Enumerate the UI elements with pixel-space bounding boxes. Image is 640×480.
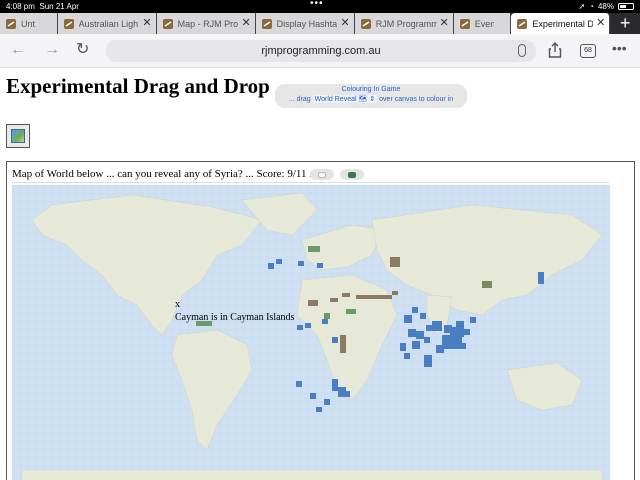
status-time: 4:08 pm Sun 21 Apr [6, 2, 79, 11]
close-tab-icon[interactable]: ✕ [440, 17, 449, 29]
tab-label: Unt [21, 18, 36, 29]
blank-swatch-button[interactable] [310, 169, 334, 180]
tab-item[interactable]: Display Hashta ✕ [255, 13, 355, 34]
reload-icon[interactable]: ↻ [76, 42, 89, 58]
close-message-x[interactable]: x [175, 298, 294, 311]
tab-count-button[interactable]: 68 [580, 44, 596, 58]
close-tab-icon[interactable]: ✕ [596, 17, 605, 29]
map-title: Map of World below ... can you reveal an… [12, 168, 318, 180]
draggable-map-thumbnail[interactable] [6, 124, 30, 148]
tab-item[interactable]: Event C [453, 13, 512, 34]
address-bar[interactable]: rjmprogramming.com.au [106, 40, 536, 62]
battery-icon [618, 3, 634, 10]
world-map-icon [11, 129, 25, 143]
tab-item[interactable]: Australian Ligh ✕ [57, 13, 157, 34]
rjm-favicon-icon [261, 18, 272, 29]
new-tab-plus-icon[interactable]: + [610, 13, 640, 34]
tab-item[interactable]: RJM Programm ✕ [354, 13, 454, 34]
status-bar: 4:08 pm Sun 21 Apr ••• ➚ ◔ 48% [0, 0, 640, 13]
location-icon: ➚ [578, 2, 586, 11]
green-swatch-icon [348, 171, 356, 178]
tab-label: Display Hashta [276, 18, 338, 29]
page-title: Experimental Drag and Drop [6, 74, 270, 98]
tab-bar: Unt Australian Ligh ✕ Map - RJM Pro ✕ Di… [0, 13, 640, 34]
rjm-favicon-icon [6, 18, 16, 29]
more-icon[interactable]: ••• [612, 40, 627, 56]
wifi-icon: ◔ [589, 2, 594, 11]
battery-percent: 48% [597, 2, 614, 11]
reveal-message: x Cayman is in Cayman Islands [175, 298, 294, 324]
close-tab-icon[interactable]: ✕ [142, 17, 151, 29]
select-chevron-icon: ⇕ [369, 96, 376, 103]
game-select[interactable]: World Reveal 🗺 ⇕ [312, 95, 378, 103]
rjm-favicon-icon [63, 18, 74, 29]
reveal-message-text: Cayman is in Cayman Islands [175, 312, 295, 323]
tab-label: Experimental D [532, 18, 594, 29]
antarctica-shape [21, 469, 603, 480]
status-right: ➚ ◔ 48% [578, 2, 634, 11]
tab-count-label: 68 [584, 47, 592, 54]
tab-label: Australian Ligh [78, 18, 139, 29]
close-tab-icon[interactable]: ✕ [241, 17, 250, 29]
tab-item-active[interactable]: Experimental D ✕ [511, 13, 611, 34]
multitask-dots-icon[interactable]: ••• [310, 0, 324, 9]
microphone-icon[interactable] [518, 44, 526, 57]
rjm-favicon-icon [360, 18, 371, 29]
tab-item[interactable]: Map - RJM Pro ✕ [156, 13, 256, 34]
world-map-canvas[interactable] [12, 185, 610, 480]
tab-label: Map - RJM Pro [177, 18, 239, 29]
browser-toolbar: ← → ↻ rjmprogramming.com.au 68 ••• [0, 34, 640, 68]
game-row: ... drag World Reveal 🗺 ⇕ over canvas to… [275, 95, 467, 103]
tab-label: RJM Programm [375, 18, 437, 29]
back-arrow-icon[interactable]: ← [10, 42, 26, 58]
green-swatch-button[interactable] [340, 169, 364, 180]
map-frame: Map of World below ... can you reveal an… [6, 161, 635, 480]
share-icon[interactable] [548, 42, 562, 58]
blank-swatch-icon [318, 171, 326, 178]
game-suffix: over canvas to colour in [379, 96, 454, 103]
close-tab-icon[interactable]: ✕ [340, 17, 349, 29]
game-heading: Colouring In Game [341, 86, 401, 93]
game-selector-box: Colouring In Game ... drag World Reveal … [275, 84, 467, 108]
rjm-favicon-icon [517, 18, 528, 29]
rjm-favicon-icon [459, 18, 470, 29]
url-text: rjmprogramming.com.au [261, 45, 381, 57]
game-prefix: ... drag [288, 96, 311, 103]
tab-item[interactable]: Unt [0, 13, 58, 34]
page-content: Experimental Drag and Drop Colouring In … [0, 68, 640, 480]
rjm-favicon-icon [162, 18, 173, 29]
forward-arrow-icon[interactable]: → [44, 42, 60, 58]
tab-label: Event C [474, 18, 495, 29]
divider [12, 182, 609, 183]
